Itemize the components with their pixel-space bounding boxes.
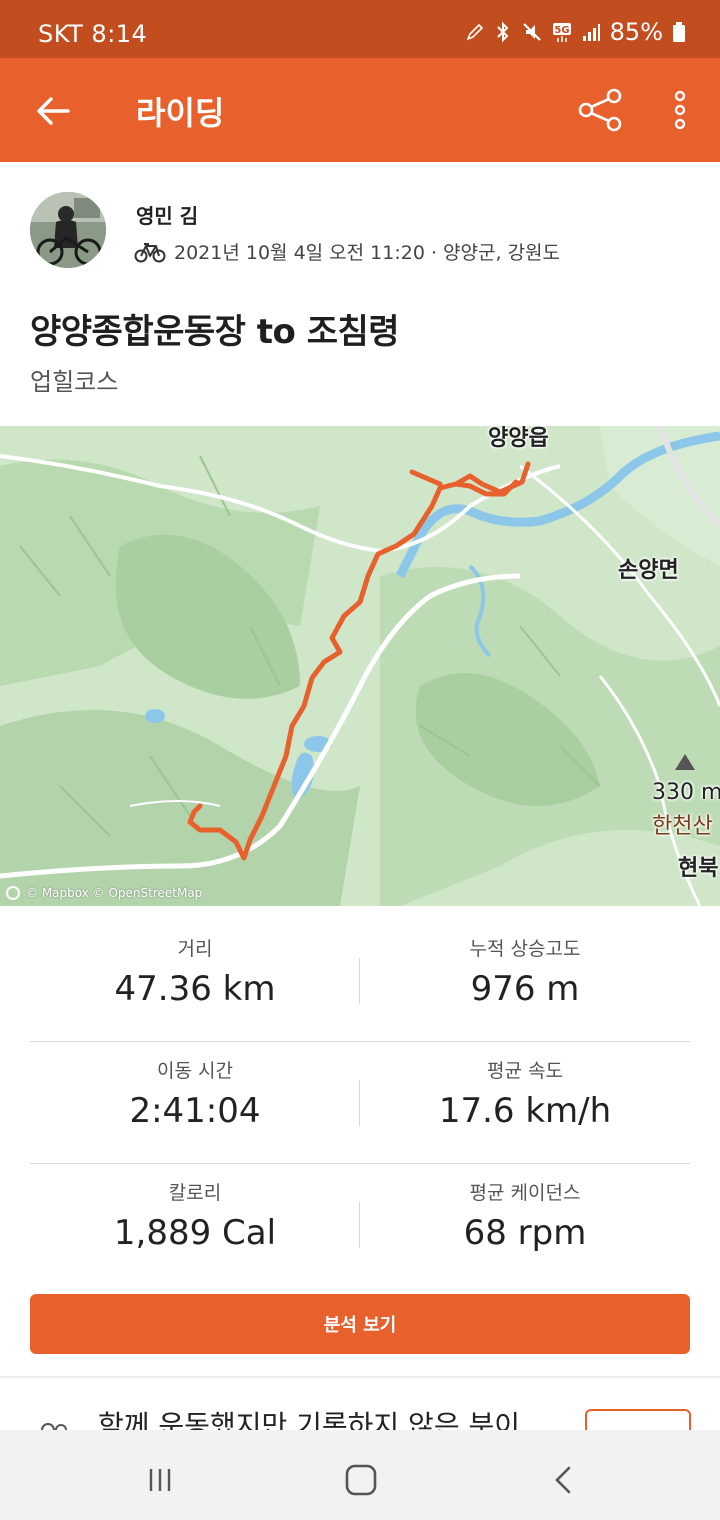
stat-value: 976 m bbox=[470, 969, 580, 1009]
map-label-town: 양양읍 bbox=[488, 426, 549, 451]
stat-value: 47.36 km bbox=[114, 969, 276, 1009]
stat-row: 이동 시간 2:41:04 평균 속도 17.6 km/h bbox=[30, 1042, 690, 1164]
map-label-peak-name: 한천산 bbox=[652, 814, 713, 839]
nav-back-button[interactable] bbox=[544, 1460, 584, 1500]
clock: 8:14 bbox=[91, 20, 148, 48]
pen-icon bbox=[465, 22, 485, 42]
stat-value: 1,889 Cal bbox=[113, 1213, 277, 1253]
system-nav-bar bbox=[0, 1430, 720, 1520]
activity-meta: 2021년 10월 4일 오전 11:20 · 양양군, 강원도 bbox=[134, 238, 560, 265]
activity-description: 업힐코스 bbox=[30, 368, 119, 396]
map-label-district: 손양면 bbox=[618, 558, 679, 583]
activity-date-location: 2021년 10월 4일 오전 11:20 · 양양군, 강원도 bbox=[174, 242, 561, 264]
back-button[interactable] bbox=[30, 88, 76, 134]
battery-percent: 85% bbox=[609, 18, 663, 46]
bicycle-icon bbox=[134, 242, 166, 262]
page-title: 라이딩 bbox=[136, 94, 225, 132]
more-options-button[interactable] bbox=[660, 84, 700, 136]
invite-button[interactable] bbox=[585, 1409, 691, 1430]
stat-label: 평균 속도 bbox=[487, 1060, 563, 1082]
app-bar: 라이딩 bbox=[0, 58, 720, 162]
signal-icon bbox=[581, 22, 601, 42]
nav-back-icon bbox=[555, 1466, 571, 1494]
view-analysis-button[interactable]: 분석 보기 bbox=[30, 1294, 690, 1354]
mapbox-logo-icon bbox=[6, 886, 20, 900]
athlete-name[interactable]: 영민 김 bbox=[136, 200, 198, 229]
stat-value: 17.6 km/h bbox=[438, 1091, 612, 1131]
stat-label: 평균 케이던스 bbox=[469, 1182, 581, 1204]
route-map[interactable]: 양양읍 손양면 330 m 한천산 현북 © Mapbox © OpenStre… bbox=[0, 426, 720, 906]
stat-row: 거리 47.36 km 누적 상승고도 976 m bbox=[30, 920, 690, 1042]
stat-distance: 거리 47.36 km bbox=[30, 934, 360, 1009]
map-label-peak-elevation: 330 m bbox=[652, 780, 720, 805]
map-attribution[interactable]: © Mapbox © OpenStreetMap bbox=[6, 886, 202, 900]
activity-title: 양양종합운동장 to 조침령 bbox=[30, 312, 400, 352]
mute-icon bbox=[521, 21, 543, 43]
stats-grid: 거리 47.36 km 누적 상승고도 976 m 이동 시간 2:41:04 … bbox=[30, 920, 690, 1286]
invite-text: 함께 운동했지만 기록하지 않은 분이 bbox=[98, 1409, 521, 1430]
share-icon bbox=[578, 88, 622, 132]
stat-row: 칼로리 1,889 Cal 평균 케이던스 68 rpm bbox=[30, 1164, 690, 1286]
stat-label: 칼로리 bbox=[168, 1182, 222, 1204]
map-attribution-text: © Mapbox © OpenStreetMap bbox=[26, 886, 203, 900]
status-bar: SKT 8:14 5G 85% bbox=[0, 0, 720, 58]
invite-row: 함께 운동했지만 기록하지 않은 분이 bbox=[0, 1378, 720, 1430]
map-canvas bbox=[0, 426, 720, 906]
stat-value: 68 rpm bbox=[463, 1213, 587, 1253]
recents-button[interactable] bbox=[140, 1460, 180, 1500]
stat-avg-speed: 평균 속도 17.6 km/h bbox=[360, 1056, 690, 1131]
5g-icon: 5G bbox=[552, 21, 572, 43]
more-vertical-icon bbox=[674, 90, 686, 130]
carrier: SKT bbox=[38, 20, 84, 48]
stat-label: 누적 상승고도 bbox=[469, 938, 581, 960]
stat-label: 거리 bbox=[177, 938, 213, 960]
home-icon bbox=[345, 1464, 377, 1496]
recents-icon bbox=[149, 1469, 171, 1491]
stat-avg-cadence: 평균 케이던스 68 rpm bbox=[360, 1178, 690, 1253]
avatar[interactable] bbox=[30, 192, 106, 268]
share-button[interactable] bbox=[574, 84, 626, 136]
status-right: 5G 85% bbox=[465, 18, 686, 46]
people-icon bbox=[41, 1423, 67, 1430]
arrow-left-icon bbox=[37, 97, 70, 125]
activity-header: 영민 김 2021년 10월 4일 오전 11:20 · 양양군, 강원도 양양… bbox=[0, 162, 720, 424]
stat-label: 이동 시간 bbox=[157, 1060, 233, 1082]
bluetooth-icon bbox=[494, 21, 512, 43]
stat-value: 2:41:04 bbox=[129, 1091, 261, 1131]
stat-moving-time: 이동 시간 2:41:04 bbox=[30, 1056, 360, 1131]
status-left: SKT 8:14 bbox=[38, 20, 147, 48]
stat-elevation-gain: 누적 상승고도 976 m bbox=[360, 934, 690, 1009]
svg-text:5G: 5G bbox=[554, 25, 569, 36]
map-label-area: 현북 bbox=[678, 856, 719, 881]
battery-icon bbox=[672, 21, 686, 43]
home-button[interactable] bbox=[341, 1460, 381, 1500]
stat-calories: 칼로리 1,889 Cal bbox=[30, 1178, 360, 1253]
